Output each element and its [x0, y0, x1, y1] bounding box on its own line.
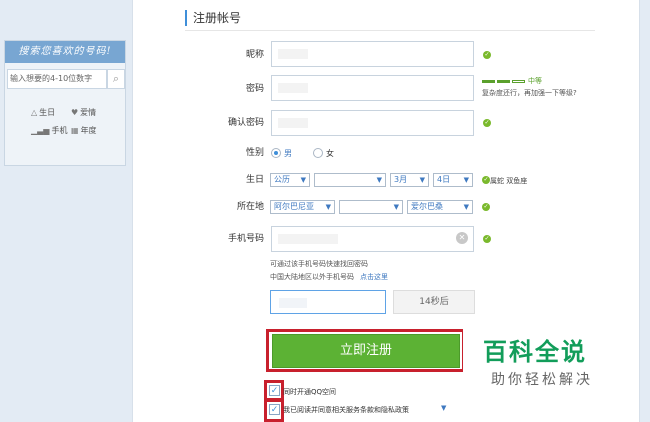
number-search-card: 搜索您喜欢的号码! 输入想要的4-10位数字 ⌕ △ 生日 ♥ 爱情 ▁▃▅ 手机 ▦…	[4, 40, 126, 166]
chevron-down-icon: ▼	[300, 176, 306, 184]
number-search-input[interactable]: 输入想要的4-10位数字	[7, 69, 107, 89]
sidebar-link-love[interactable]: ♥ 爱情	[71, 107, 96, 118]
nickname-input[interactable]	[271, 41, 474, 67]
chevron-down-icon: ▼	[463, 203, 469, 211]
password-input[interactable]	[271, 75, 474, 101]
phone-note-recovery: 可通过该手机号码快速找回密码	[270, 260, 368, 268]
location-region-select[interactable]: ▼	[339, 200, 403, 214]
sidebar-link-phone[interactable]: ▁▃▅ 手机	[31, 125, 67, 136]
chevron-down-icon: ▼	[419, 176, 425, 184]
title-divider	[185, 30, 595, 31]
nickname-ok-icon: ✓	[483, 51, 491, 59]
birthday-calendar-select[interactable]: 公历 ▼	[270, 173, 310, 187]
watermark-subtitle: 助你轻松解决	[491, 372, 593, 388]
gender-male-radio[interactable]	[271, 148, 281, 158]
foreign-phone-link[interactable]: 点击这里	[360, 273, 388, 281]
phone-ok-icon: ✓	[483, 235, 491, 243]
chevron-down-icon: ▼	[393, 203, 399, 211]
nickname-label: 昵称	[245, 50, 264, 60]
location-ok-icon: ✓	[482, 203, 490, 211]
zodiac-text: 属蛇 双鱼座	[490, 177, 528, 185]
gender-label: 性别	[245, 148, 264, 158]
phone-input[interactable]	[271, 226, 474, 252]
watermark: 百科全说 助你轻松解决	[463, 318, 626, 390]
calendar-icon: ▦	[71, 126, 79, 135]
gender-female-label: 女	[326, 149, 334, 158]
location-country-select[interactable]: 阿尔巴尼亚 ▼	[270, 200, 335, 214]
gender-male-label: 男	[284, 149, 292, 158]
heart-icon: ♥	[71, 108, 79, 117]
qzone-checkbox[interactable]: ✓	[269, 385, 280, 396]
number-search-title: 搜索您喜欢的号码!	[5, 41, 125, 63]
birthday-day-select[interactable]: 4日 ▼	[433, 173, 473, 187]
birthday-year-select[interactable]: ▼	[314, 173, 386, 187]
confirm-password-label: 确认密码	[227, 118, 264, 128]
search-icon[interactable]: ⌕	[107, 69, 125, 89]
page-title: 注册帐号	[185, 10, 241, 26]
password-hint: 复杂度还行，再加强一下等级?	[482, 89, 577, 97]
sidebar-link-birthday[interactable]: △ 生日	[31, 107, 55, 118]
confirm-ok-icon: ✓	[483, 119, 491, 127]
phone-label: 手机号码	[227, 234, 264, 244]
confirm-password-input[interactable]	[271, 110, 474, 136]
sidebar-link-year[interactable]: ▦ 年度	[71, 125, 97, 136]
birthday-label: 生日	[245, 175, 264, 185]
password-label: 密码	[245, 84, 264, 94]
birthday-month-select[interactable]: 3月 ▼	[390, 173, 429, 187]
resend-countdown-button[interactable]: 14秒后	[393, 290, 475, 314]
gender-female-radio[interactable]	[313, 148, 323, 158]
signal-icon: ▁▃▅	[31, 126, 50, 135]
location-label: 所在地	[236, 202, 264, 212]
clear-icon[interactable]: ✕	[456, 232, 468, 244]
qzone-checkbox-label: 同时开通QQ空间	[283, 388, 337, 396]
terms-chevron-down-icon[interactable]: ▼	[441, 404, 446, 412]
chevron-down-icon: ▼	[376, 176, 382, 184]
password-strength-label: 中等	[528, 77, 542, 85]
watermark-title: 百科全说	[483, 338, 587, 366]
phone-note-foreign: 中国大陆地区以外手机号码 点击这里	[270, 273, 388, 281]
location-city-select[interactable]: 爱尔巴桑 ▼	[407, 200, 473, 214]
chevron-down-icon: ▼	[325, 203, 331, 211]
birthday-ok-icon: ✓	[482, 176, 490, 184]
terms-checkbox[interactable]: ✓	[269, 404, 280, 415]
chevron-down-icon: ▼	[463, 176, 469, 184]
verification-code-input[interactable]	[270, 290, 386, 314]
birthday-icon: △	[31, 108, 38, 117]
terms-checkbox-label[interactable]: 我已阅读并同意相关服务条款和隐私政策	[283, 405, 409, 415]
register-submit-button[interactable]: 立即注册	[272, 334, 460, 368]
